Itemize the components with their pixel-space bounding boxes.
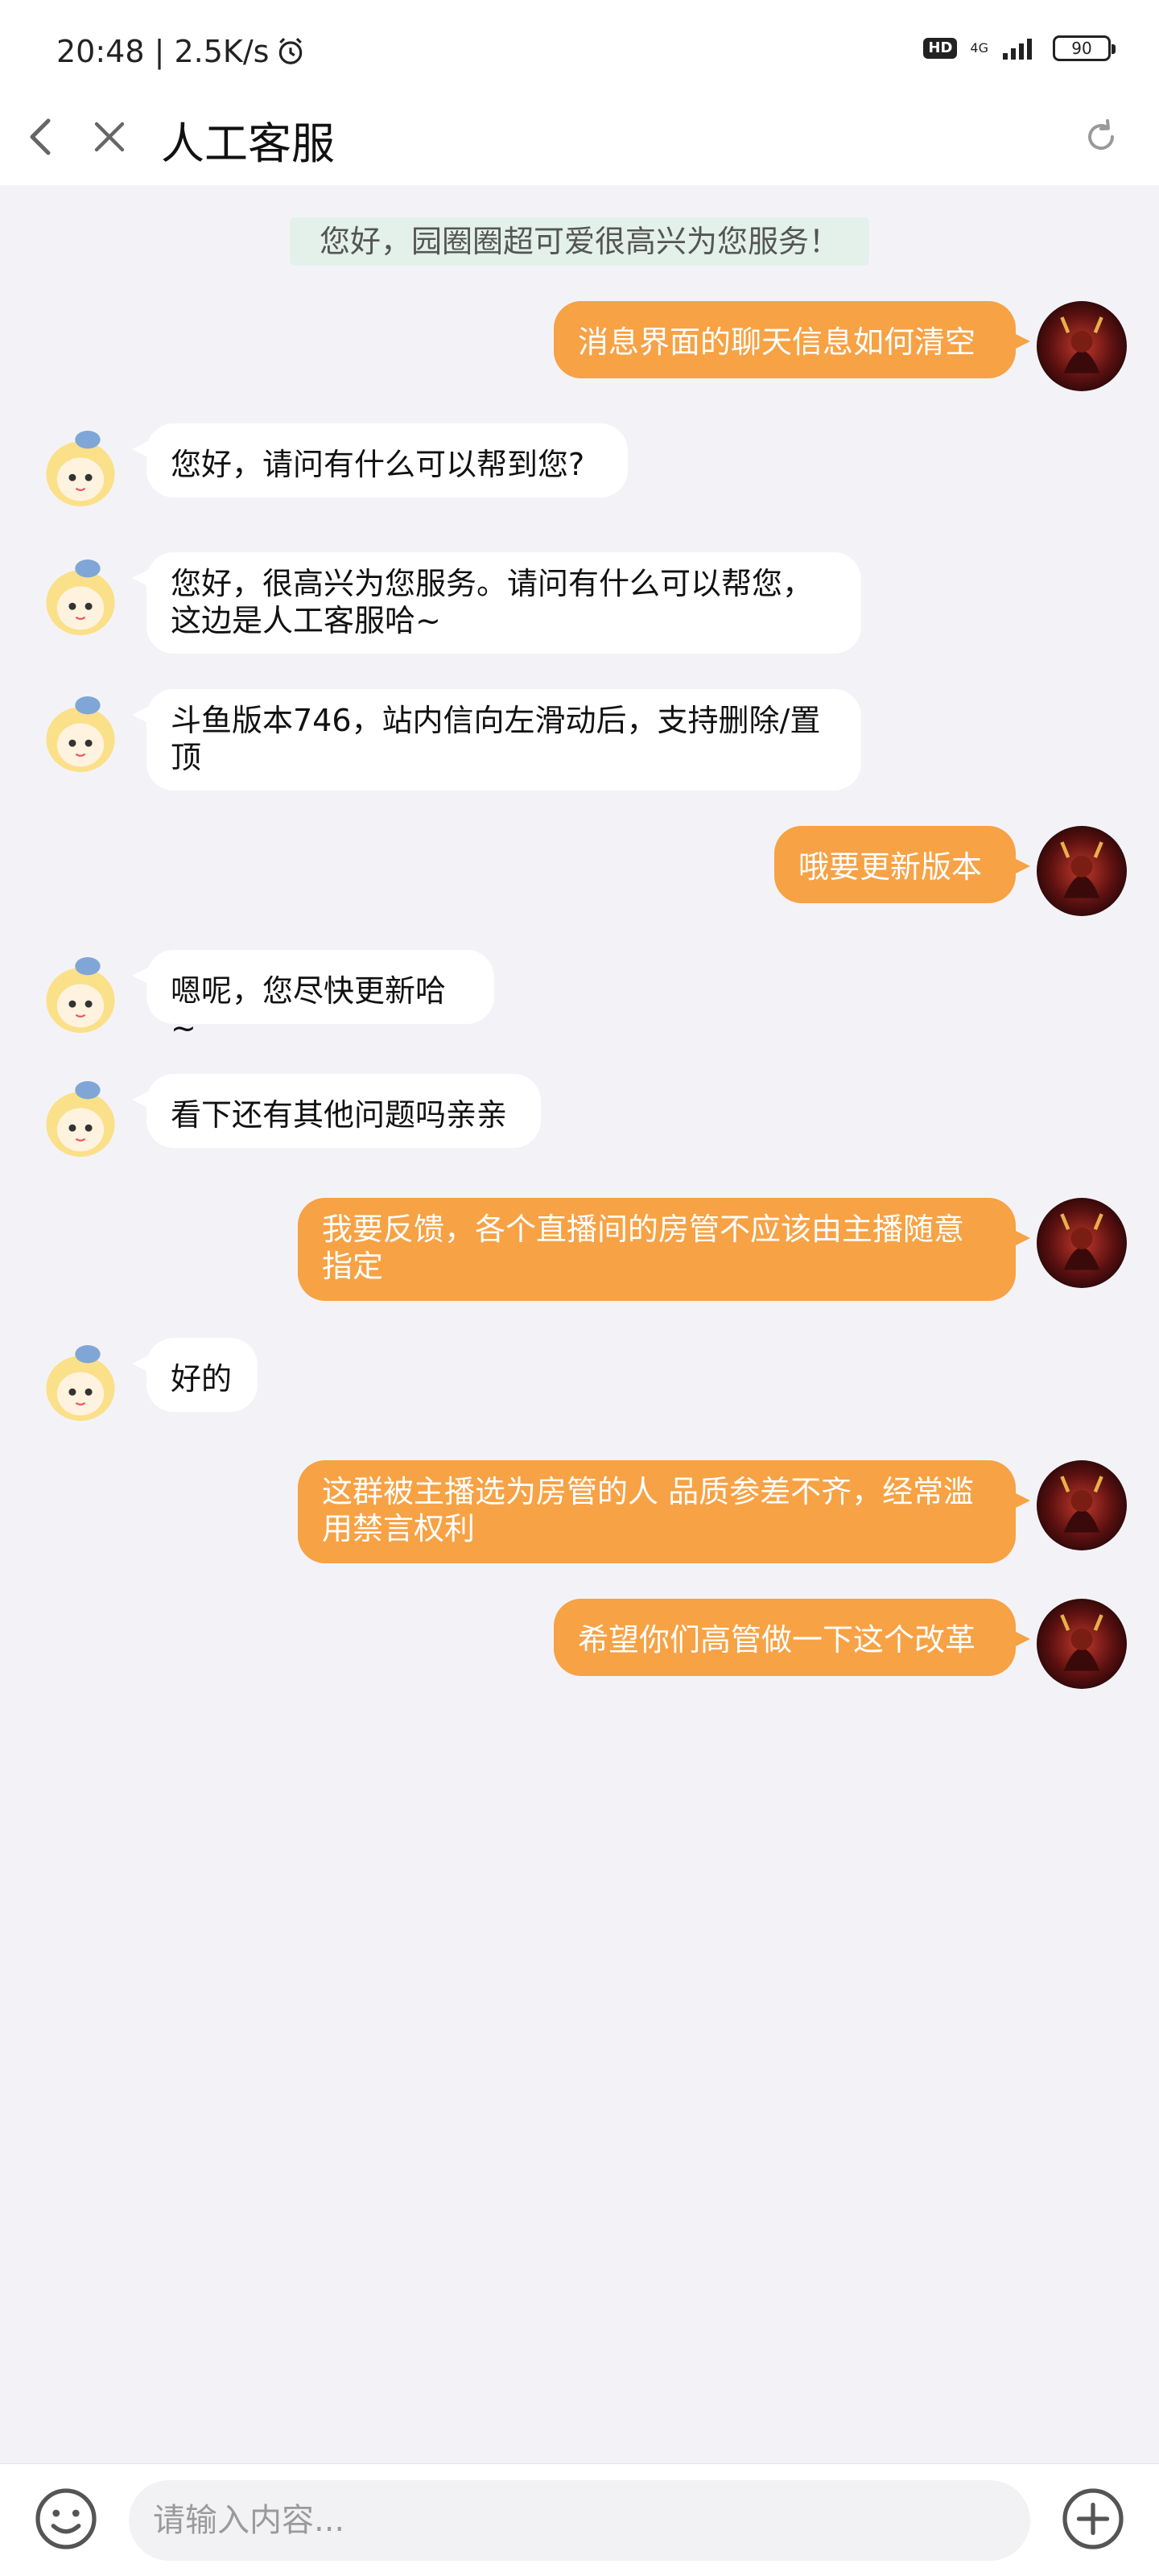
hd-badge: HD bbox=[923, 38, 958, 59]
status-left: 20:48 | 2.5K/s bbox=[56, 34, 306, 69]
outgoing-message[interactable]: 这群被主播选为房管的人 品质参差不齐，经常滥用禁言权利 bbox=[298, 1460, 1030, 1563]
incoming-message[interactable]: 好的 bbox=[132, 1338, 258, 1412]
outgoing-message[interactable]: 哦要更新版本 bbox=[774, 826, 1030, 903]
user-avatar[interactable] bbox=[1037, 1599, 1127, 1689]
incoming-message[interactable]: 您好，请问有什么可以帮到您? bbox=[132, 423, 628, 497]
input-bar bbox=[0, 2463, 1159, 2576]
close-icon[interactable] bbox=[90, 118, 129, 156]
agent-avatar[interactable] bbox=[35, 689, 126, 779]
agent-avatar[interactable] bbox=[35, 1074, 126, 1164]
back-icon[interactable] bbox=[26, 114, 58, 159]
emoji-icon[interactable] bbox=[32, 2485, 100, 2553]
network-type: 4G bbox=[970, 40, 988, 56]
plus-icon[interactable] bbox=[1059, 2485, 1127, 2553]
status-time-speed: 20:48 | 2.5K/s bbox=[56, 34, 270, 69]
user-avatar[interactable] bbox=[1037, 301, 1127, 391]
incoming-message[interactable]: 嗯呢，您尽快更新哈~ bbox=[132, 950, 494, 1046]
page-title: 人工客服 bbox=[161, 118, 335, 169]
incoming-message[interactable]: 看下还有其他问题吗亲亲 bbox=[132, 1074, 541, 1148]
user-avatar[interactable] bbox=[1037, 1198, 1127, 1288]
agent-avatar[interactable] bbox=[35, 950, 126, 1040]
chat-area[interactable]: 您好，园圈圈超可爱很高兴为您服务！ 消息界面的聊天信息如何清空 您好，请问有什么… bbox=[0, 185, 1159, 2463]
user-avatar[interactable] bbox=[1037, 1460, 1127, 1550]
outgoing-message[interactable]: 希望你们高管做一下这个改革 bbox=[554, 1599, 1030, 1676]
refresh-icon[interactable] bbox=[1082, 118, 1120, 156]
agent-avatar[interactable] bbox=[35, 1338, 126, 1428]
incoming-message[interactable]: 您好，很高兴为您服务。请问有什么可以帮您，这边是人工客服哈~ bbox=[132, 552, 861, 654]
outgoing-message[interactable]: 消息界面的聊天信息如何清空 bbox=[554, 301, 1030, 378]
agent-avatar[interactable] bbox=[35, 552, 126, 642]
battery-icon: 90 bbox=[1053, 35, 1116, 61]
outgoing-message[interactable]: 我要反馈，各个直播间的房管不应该由主播随意指定 bbox=[298, 1198, 1030, 1301]
battery-level: 90 bbox=[1071, 39, 1092, 58]
signal-icon bbox=[1003, 39, 1032, 60]
nav-bar: 人工客服 bbox=[0, 89, 1159, 185]
alarm-icon bbox=[279, 38, 303, 64]
system-notice: 您好，园圈圈超可爱很高兴为您服务！ bbox=[290, 217, 869, 266]
user-avatar[interactable] bbox=[1037, 826, 1127, 916]
agent-avatar[interactable] bbox=[35, 423, 126, 514]
incoming-message[interactable]: 斗鱼版本746，站内信向左滑动后，支持删除/置顶 bbox=[132, 689, 861, 791]
message-input[interactable] bbox=[129, 2480, 1030, 2561]
status-right: HD 4G 90 bbox=[923, 35, 1116, 61]
